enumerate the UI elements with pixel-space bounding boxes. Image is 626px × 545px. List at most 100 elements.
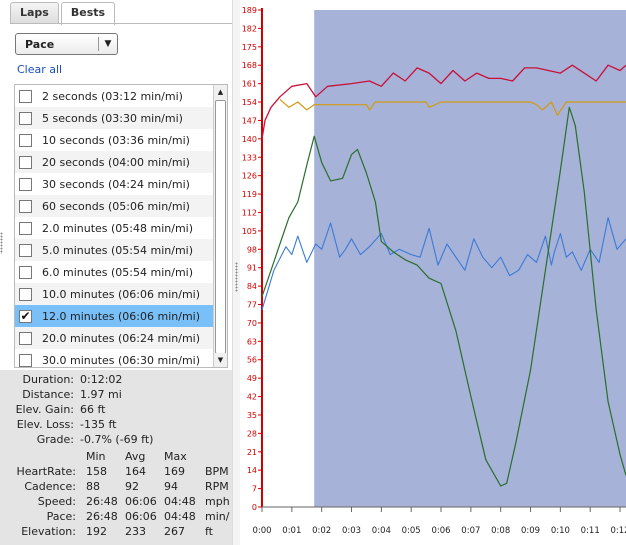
checkbox[interactable] — [19, 353, 32, 367]
x-tick-label: 0:08 — [491, 526, 510, 536]
y-tick-label: 84 — [247, 282, 257, 291]
checkbox[interactable] — [19, 155, 32, 169]
list-item[interactable]: 30 seconds (04:24 min/mi) — [15, 173, 213, 195]
panel-splitter[interactable] — [232, 0, 240, 545]
y-tick-label: 98 — [247, 245, 257, 254]
stat-label: Distance: — [22, 388, 74, 401]
list-item-label: 30.0 minutes (06:30 min/mi) — [42, 353, 201, 367]
checkbox[interactable] — [19, 199, 32, 213]
chevron-down-icon: ▼ — [104, 39, 112, 49]
y-tick-label: 28 — [247, 429, 257, 438]
y-tick-label: 168 — [242, 61, 257, 70]
list-item-label: 30 seconds (04:24 min/mi) — [42, 177, 190, 191]
x-tick-label: 0:03 — [342, 526, 361, 536]
checkbox-checked[interactable]: ✔ — [19, 308, 32, 323]
checkmark-icon: ✔ — [20, 308, 31, 323]
bests-scrollbar[interactable]: ▲ ▼ — [213, 85, 227, 367]
checkbox[interactable] — [19, 331, 32, 345]
checkbox[interactable] — [19, 221, 32, 235]
splitter-grip-icon[interactable] — [235, 262, 238, 292]
y-tick-label: 0 — [252, 503, 257, 512]
chart-svg[interactable]: 0 7 14 21 28 35 42 49 56 63 70 77 84 91 98 105 112 119 126… — [240, 0, 626, 545]
y-tick-label: 21 — [247, 448, 257, 457]
list-item[interactable]: 30.0 minutes (06:30 min/mi) — [15, 349, 213, 367]
list-item[interactable]: ✔ 12.0 minutes (06:06 min/mi) — [15, 305, 213, 327]
scrollbar-thumb[interactable] — [215, 100, 226, 354]
scroll-down-icon[interactable]: ▼ — [214, 353, 227, 367]
list-item[interactable]: 20.0 minutes (06:24 min/mi) — [15, 327, 213, 349]
list-item[interactable]: 20 seconds (04:00 min/mi) — [15, 151, 213, 173]
metric-avg: 233 — [125, 525, 146, 538]
x-tick-label: 0:02 — [312, 526, 331, 536]
checkbox[interactable] — [19, 89, 32, 103]
list-item-label: 5.0 minutes (05:54 min/mi) — [42, 243, 194, 257]
list-item[interactable]: 2 seconds (03:12 min/mi) — [15, 85, 213, 107]
list-item[interactable]: 6.0 minutes (05:54 min/mi) — [15, 261, 213, 283]
activity-chart[interactable]: 0 7 14 21 28 35 42 49 56 63 70 77 84 91 98 105 112 119 126… — [240, 0, 626, 545]
selection-stats: Duration: 0:12:02 Distance: 1.97 mi Elev. Ga… — [0, 370, 232, 545]
x-tick-label: 0:07 — [461, 526, 480, 536]
y-tick-label: 105 — [242, 227, 257, 236]
stat-value: 66 ft — [80, 403, 106, 416]
tab-laps[interactable]: Laps — [10, 2, 59, 24]
y-tick-label: 91 — [247, 264, 257, 273]
metric-min: 192 — [86, 525, 107, 538]
metric-unit: mph — [205, 495, 230, 508]
metric-label: Pace: — [46, 510, 76, 523]
list-item-label: 12.0 minutes (06:06 min/mi) — [42, 309, 201, 323]
y-tick-label: 42 — [247, 393, 257, 402]
list-item-label: 10 seconds (03:36 min/mi) — [42, 133, 190, 147]
tab-bests[interactable]: Bests — [60, 2, 116, 25]
stat-label: Grade: — [36, 433, 74, 446]
checkbox[interactable] — [19, 243, 32, 257]
checkbox[interactable] — [19, 111, 32, 125]
metric-select[interactable]: Pace ▼ — [15, 33, 118, 55]
list-item[interactable]: 5 seconds (03:30 min/mi) — [15, 107, 213, 129]
stat-value: -135 ft — [80, 418, 117, 431]
metrics-header-avg: Avg — [125, 450, 146, 463]
scroll-up-icon[interactable]: ▲ — [214, 85, 227, 99]
list-item[interactable]: 2.0 minutes (05:48 min/mi) — [15, 217, 213, 239]
stat-value: -0.7% (-69 ft) — [80, 433, 154, 446]
selection-band[interactable] — [314, 10, 626, 507]
checkbox[interactable] — [19, 265, 32, 279]
checkbox[interactable] — [19, 287, 32, 301]
metric-unit: min/ — [205, 510, 230, 523]
list-item[interactable]: 10.0 minutes (06:06 min/mi) — [15, 283, 213, 305]
y-tick-label: 70 — [247, 319, 257, 328]
checkbox[interactable] — [19, 133, 32, 147]
left-edge-grip[interactable] — [0, 232, 3, 254]
metric-avg: 164 — [125, 465, 146, 478]
x-tick-label: 0:01 — [282, 526, 301, 536]
metric-max: 04:48 — [164, 495, 196, 508]
y-tick-label: 112 — [242, 208, 257, 217]
metric-max: 04:48 — [164, 510, 196, 523]
stat-label: Elev. Loss: — [16, 418, 74, 431]
x-tick-label: 0:05 — [402, 526, 421, 536]
y-tick-label: 126 — [242, 172, 257, 181]
list-item-label: 5 seconds (03:30 min/mi) — [42, 111, 183, 125]
checkbox[interactable] — [19, 177, 32, 191]
metric-max: 267 — [164, 525, 185, 538]
x-tick-label: 0:00 — [252, 526, 271, 536]
y-tick-label: 189 — [242, 6, 257, 15]
list-item[interactable]: 10 seconds (03:36 min/mi) — [15, 129, 213, 151]
metric-label: HeartRate: — [16, 465, 76, 478]
x-tick-label: 0:09 — [521, 526, 540, 536]
y-tick-label: 140 — [242, 135, 257, 144]
list-item[interactable]: 5.0 minutes (05:54 min/mi) — [15, 239, 213, 261]
y-tick-label: 175 — [242, 43, 257, 52]
list-item-label: 10.0 minutes (06:06 min/mi) — [42, 287, 201, 301]
metric-unit: RPM — [205, 480, 229, 493]
metric-label: Cadence: — [24, 480, 76, 493]
y-tick-label: 56 — [247, 356, 257, 365]
y-tick-label: 133 — [242, 153, 257, 162]
list-item-label: 2 seconds (03:12 min/mi) — [42, 89, 183, 103]
list-item[interactable]: 60 seconds (05:06 min/mi) — [15, 195, 213, 217]
y-tick-label: 154 — [242, 98, 257, 107]
y-tick-label: 147 — [242, 116, 257, 125]
y-tick-label: 119 — [242, 190, 257, 199]
x-tick-label: 0:10 — [551, 526, 570, 536]
metric-avg: 06:06 — [125, 495, 157, 508]
clear-all-link[interactable]: Clear all — [17, 63, 62, 76]
